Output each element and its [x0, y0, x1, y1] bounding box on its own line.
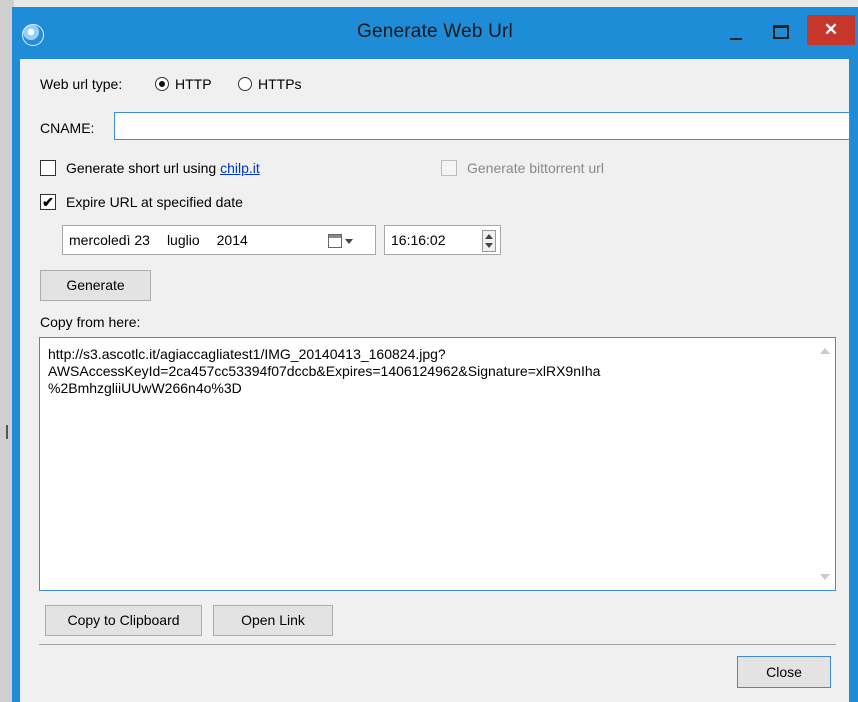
chilp-link[interactable]: chilp.it — [220, 160, 260, 176]
short-url-checkbox[interactable] — [40, 160, 56, 176]
time-spinner[interactable] — [482, 230, 496, 252]
cname-label: CNAME: — [40, 120, 95, 136]
minimize-icon[interactable] — [722, 23, 750, 45]
divider — [39, 644, 836, 645]
time-value: 16:16:02 — [391, 232, 446, 248]
radio-https-label[interactable]: HTTPs — [258, 76, 302, 92]
dialog-content: Web url type: HTTP HTTPs CNAME: Generate… — [20, 59, 850, 702]
url-type-label: Web url type: — [40, 76, 123, 92]
bittorrent-label: Generate bittorrent url — [467, 160, 604, 176]
background-marker — [6, 425, 8, 439]
scroll-down-icon[interactable] — [820, 574, 830, 580]
dialog-window: Generate Web Url ✕ Web url type: HTTP HT… — [12, 7, 858, 702]
calendar-icon[interactable] — [328, 234, 342, 248]
bittorrent-checkbox — [441, 160, 457, 176]
short-url-label[interactable]: Generate short url using chilp.it — [66, 160, 260, 176]
title-bar[interactable]: Generate Web Url ✕ — [12, 7, 858, 59]
cname-input[interactable] — [114, 112, 850, 140]
url-output-textarea[interactable]: http://s3.ascotlc.it/agiaccagliatest1/IM… — [39, 337, 836, 591]
date-day: mercoledì 23 — [69, 232, 150, 248]
radio-https[interactable] — [238, 77, 252, 91]
close-button[interactable]: Close — [737, 656, 831, 688]
maximize-icon[interactable] — [766, 21, 794, 43]
close-icon[interactable]: ✕ — [807, 15, 855, 45]
url-output-text[interactable]: http://s3.ascotlc.it/agiaccagliatest1/IM… — [48, 346, 808, 397]
date-year: 2014 — [216, 232, 248, 248]
expire-label[interactable]: Expire URL at specified date — [66, 194, 243, 210]
scroll-up-icon[interactable] — [820, 348, 830, 354]
expire-checkbox[interactable]: ✔ — [40, 194, 56, 210]
short-url-text: Generate short url using — [66, 160, 217, 176]
radio-http-label[interactable]: HTTP — [175, 76, 212, 92]
generate-button[interactable]: Generate — [40, 270, 151, 301]
radio-http[interactable] — [155, 77, 169, 91]
copy-to-clipboard-button[interactable]: Copy to Clipboard — [45, 605, 202, 636]
time-picker[interactable]: 16:16:02 — [384, 225, 501, 255]
spin-down-icon[interactable] — [485, 243, 493, 248]
open-link-button[interactable]: Open Link — [213, 605, 333, 636]
date-month: luglio — [166, 232, 200, 248]
spin-up-icon[interactable] — [485, 234, 493, 239]
date-picker[interactable]: mercoledì 23 luglio 2014 — [62, 225, 376, 255]
copy-from-label: Copy from here: — [40, 314, 141, 330]
dropdown-arrow-icon[interactable] — [345, 239, 353, 244]
